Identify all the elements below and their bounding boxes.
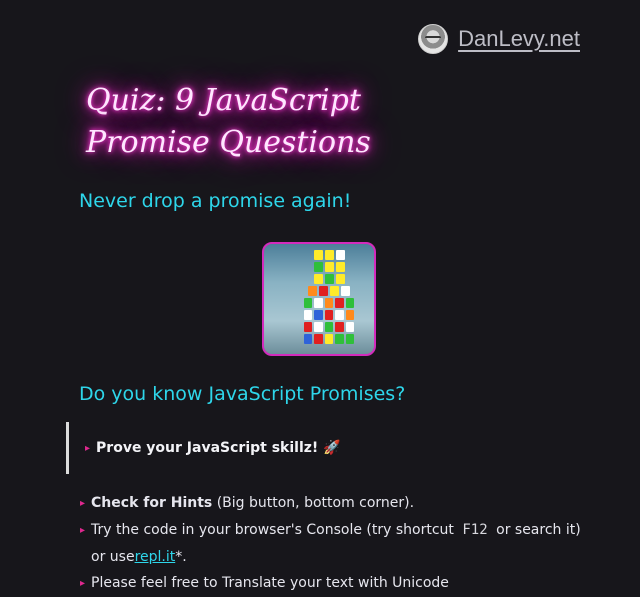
- replit-link[interactable]: repl.it: [135, 544, 176, 570]
- list-item-text-part: Try the code in your browser's Console (…: [91, 522, 459, 538]
- list-item: ▸ Try the code in your browser's Console…: [80, 517, 600, 544]
- hero-image: [262, 242, 376, 356]
- blockquote: ▸ Prove your JavaScript skillz! 🚀: [66, 422, 341, 474]
- section-heading: Do you know JavaScript Promises?: [79, 383, 406, 405]
- list-item-continuation: or use repl.it *.: [80, 544, 600, 570]
- page-subtitle: Never drop a promise again!: [79, 190, 352, 212]
- list-item-text: Try the code in your browser's Console (…: [91, 517, 581, 544]
- list-item: ▸ Please feel free to Translate your tex…: [80, 570, 600, 597]
- list-item-rest: (Big button, bottom corner).: [212, 495, 415, 511]
- page-title: Quiz: 9 JavaScript Promise Questions: [86, 83, 371, 160]
- site-header: DanLevy.net: [418, 24, 580, 54]
- site-name-link[interactable]: DanLevy.net: [458, 26, 580, 52]
- blockquote-text: Prove your JavaScript skillz! 🚀: [96, 440, 341, 456]
- bullet-icon: ▸: [80, 578, 86, 589]
- list-item-bold: Check for Hints: [91, 495, 213, 511]
- list-item: ▸ Check for Hints (Big button, bottom co…: [80, 490, 600, 517]
- keyboard-shortcut: F12: [462, 522, 488, 538]
- bullet-icon: ▸: [85, 442, 91, 454]
- list-item-text-part: *.: [175, 549, 187, 565]
- instructions-list: ▸ Check for Hints (Big button, bottom co…: [80, 490, 600, 597]
- bullet-icon: ▸: [80, 498, 86, 509]
- avatar[interactable]: [418, 24, 449, 54]
- rubiks-cube-illustration: [303, 250, 355, 346]
- list-item-text-part: or use: [91, 549, 135, 565]
- list-item-text-part: or search it): [491, 522, 581, 538]
- bullet-icon: ▸: [80, 525, 86, 536]
- list-item-text: Check for Hints (Big button, bottom corn…: [91, 490, 414, 517]
- list-item-text: Please feel free to Translate your text …: [91, 575, 449, 591]
